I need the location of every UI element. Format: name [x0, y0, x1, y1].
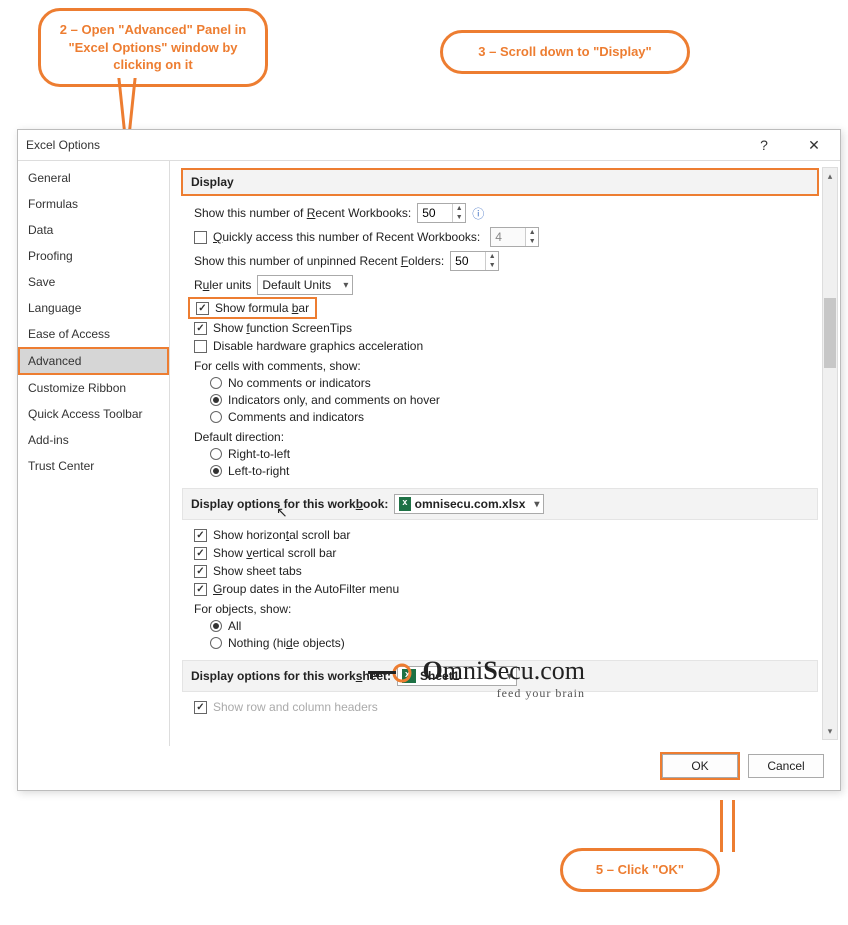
sidebar-item-data[interactable]: Data: [18, 217, 169, 243]
radio-indicators-only[interactable]: Indicators only, and comments on hover: [210, 393, 818, 407]
vertical-scrollbar[interactable]: ▴ ▾: [822, 167, 838, 740]
radio-objects-nothing[interactable]: Nothing (hide objects): [210, 636, 818, 650]
section-workbook-header: Display options for this workbook: omnis…: [182, 488, 818, 520]
key-icon: [368, 663, 412, 683]
titlebar: Excel Options ? ✕: [18, 130, 840, 160]
quick-access-checkbox[interactable]: Quickly access this number of Recent Wor…: [194, 227, 818, 247]
dialog-title: Excel Options: [26, 130, 100, 160]
spin-up[interactable]: ▲: [486, 252, 498, 261]
show-formula-bar-label: Show formula bar: [215, 301, 309, 315]
show-screentips-label: Show function ScreenTips: [213, 321, 352, 335]
radio-objects-all[interactable]: All: [210, 619, 818, 633]
info-icon[interactable]: ⓘ: [472, 205, 484, 222]
quick-access-label: Quickly access this number of Recent Wor…: [213, 230, 480, 244]
spin-up[interactable]: ▲: [453, 204, 465, 213]
sidebar-item-general[interactable]: General: [18, 165, 169, 191]
sidebar-item-formulas[interactable]: Formulas: [18, 191, 169, 217]
direction-label: Default direction:: [194, 430, 818, 444]
section-display-label: Display: [191, 175, 234, 189]
radio-ltr[interactable]: Left-to-right: [210, 464, 818, 478]
sidebar-item-trust-center[interactable]: Trust Center: [18, 453, 169, 479]
callout-pointer: [720, 800, 723, 852]
section-workbook-label: Display options for this workbook:: [191, 497, 388, 511]
sidebar-item-advanced[interactable]: Advanced: [18, 347, 169, 375]
radio-no-comments[interactable]: No comments or indicators: [210, 376, 818, 390]
workbook-dropdown[interactable]: omnisecu.com.xlsx: [394, 494, 544, 514]
sidebar-item-quick-access-toolbar[interactable]: Quick Access Toolbar: [18, 401, 169, 427]
sheet-tabs-checkbox[interactable]: Show sheet tabs: [194, 564, 818, 578]
sidebar-item-add-ins[interactable]: Add-ins: [18, 427, 169, 453]
scroll-thumb[interactable]: [824, 298, 836, 368]
sidebar-item-ease-of-access[interactable]: Ease of Access: [18, 321, 169, 347]
callout-step-3: 3 – Scroll down to "Display": [440, 30, 690, 74]
scroll-down-arrow[interactable]: ▾: [823, 723, 837, 739]
recent-folders-spinner[interactable]: ▲▼: [450, 251, 499, 271]
scroll-up-arrow[interactable]: ▴: [823, 168, 837, 184]
excel-file-icon: [399, 497, 410, 511]
show-formula-bar-checkbox[interactable]: Show formula bar: [196, 301, 309, 315]
sidebar-item-proofing[interactable]: Proofing: [18, 243, 169, 269]
options-sidebar: General Formulas Data Proofing Save Lang…: [18, 161, 170, 746]
disable-hw-label: Disable hardware graphics acceleration: [213, 339, 423, 353]
help-button[interactable]: ?: [744, 132, 784, 158]
radio-comments-and-indicators[interactable]: Comments and indicators: [210, 410, 818, 424]
group-dates-checkbox[interactable]: Group dates in the AutoFilter menu: [194, 582, 818, 596]
ruler-units-label: Ruler units: [194, 278, 251, 292]
spin-down[interactable]: ▼: [453, 213, 465, 222]
recent-folders-label: Show this number of unpinned Recent Fold…: [194, 254, 444, 268]
quick-access-spinner: ▲▼: [490, 227, 539, 247]
objects-label: For objects, show:: [194, 602, 818, 616]
row-col-headers-checkbox[interactable]: Show row and column headers: [194, 700, 818, 714]
cancel-button[interactable]: Cancel: [748, 754, 824, 778]
v-scroll-checkbox[interactable]: Show vertical scroll bar: [194, 546, 818, 560]
h-scroll-checkbox[interactable]: Show horizontal scroll bar: [194, 528, 818, 542]
radio-rtl[interactable]: Right-to-left: [210, 447, 818, 461]
sidebar-item-save[interactable]: Save: [18, 269, 169, 295]
spin-down[interactable]: ▼: [486, 261, 498, 270]
recent-workbooks-label: Show this number of Recent Workbooks:: [194, 206, 411, 220]
watermark-tagline: feed your brain: [368, 686, 585, 701]
callout-step-2: 2 – Open "Advanced" Panel in "Excel Opti…: [38, 8, 268, 87]
section-worksheet-label: Display options for this worksheet:: [191, 669, 391, 683]
show-screentips-checkbox[interactable]: Show function ScreenTips: [194, 321, 818, 335]
callout-pointer: [732, 800, 735, 852]
watermark-logo: OmniSecu.com feed your brain: [368, 656, 585, 701]
ruler-units-dropdown[interactable]: Default Units: [257, 275, 353, 295]
sidebar-item-language[interactable]: Language: [18, 295, 169, 321]
close-button[interactable]: ✕: [794, 132, 834, 158]
callout-step-5: 5 – Click "OK": [560, 848, 720, 892]
disable-hw-checkbox[interactable]: Disable hardware graphics acceleration: [194, 339, 818, 353]
show-formula-bar-row-highlight: Show formula bar: [190, 299, 315, 317]
sidebar-item-customize-ribbon[interactable]: Customize Ribbon: [18, 375, 169, 401]
comments-label: For cells with comments, show:: [194, 359, 818, 373]
recent-workbooks-input[interactable]: [418, 204, 452, 222]
ok-button[interactable]: OK: [662, 754, 738, 778]
recent-workbooks-spinner[interactable]: ▲▼: [417, 203, 466, 223]
quick-access-input: [491, 228, 525, 246]
recent-folders-input[interactable]: [451, 252, 485, 270]
section-display-header: Display: [182, 169, 818, 195]
